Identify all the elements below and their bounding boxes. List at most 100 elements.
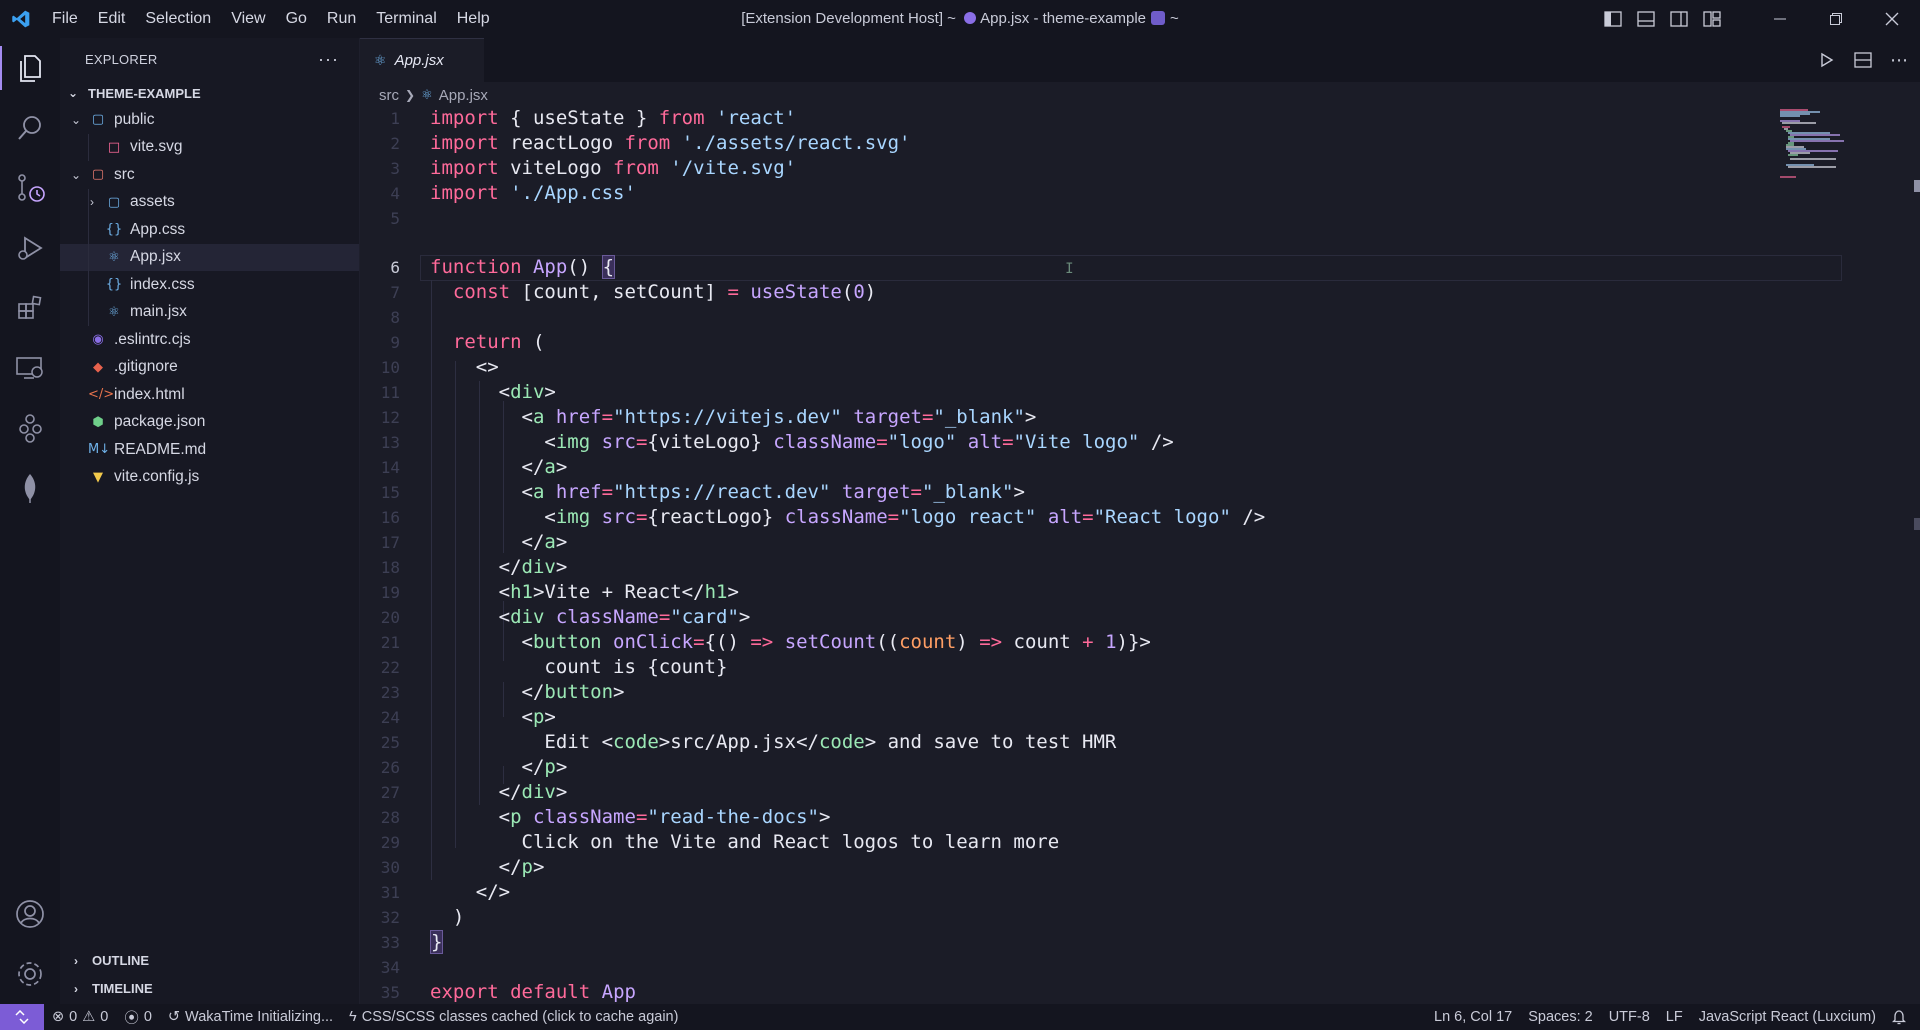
customize-layout-icon[interactable] [1695, 0, 1728, 38]
problems-indicator[interactable]: ⊗ 0 ⚠ 0 [44, 1004, 116, 1030]
close-icon[interactable] [1864, 0, 1920, 38]
tree-item[interactable]: ◆ .gitignore [60, 354, 359, 382]
error-count: 0 [69, 1009, 78, 1025]
toggle-primary-sidebar-icon[interactable] [1596, 0, 1629, 38]
line-number: 31 [380, 883, 400, 902]
line-number: 24 [380, 708, 400, 727]
minimize-icon[interactable] [1752, 0, 1808, 38]
language-mode[interactable]: JavaScript React (Luxcium) [1691, 1004, 1884, 1030]
tab-app-jsx[interactable]: ⚛ App.jsx [360, 38, 484, 82]
menu-edit[interactable]: Edit [88, 0, 136, 38]
scrollbar-thumb[interactable] [1914, 180, 1920, 192]
code-line-26: </p> [430, 756, 568, 778]
encoding[interactable]: UTF-8 [1601, 1004, 1658, 1030]
css-file-icon: {} [105, 277, 123, 293]
css-file-icon: {} [105, 222, 123, 238]
line-number: 14 [380, 458, 400, 477]
tree-item[interactable]: ⚛ App.jsx [60, 243, 359, 271]
run-file-icon[interactable] [1814, 47, 1840, 73]
tree-item[interactable]: ▼ vite.config.js [60, 464, 359, 492]
tree-item[interactable]: ⚛ main.jsx [60, 298, 359, 326]
code-line-12: <a href="https://vitejs.dev" target="_bl… [430, 406, 1037, 428]
explorer-icon[interactable] [0, 38, 60, 98]
breadcrumb-src[interactable]: src [379, 87, 399, 104]
line-number: 27 [380, 783, 400, 802]
more-actions-icon[interactable]: ··· [318, 49, 339, 70]
indentation[interactable]: Spaces: 2 [1520, 1004, 1601, 1030]
code-line-17: </a> [430, 531, 568, 553]
account-icon[interactable] [0, 884, 60, 944]
git-graph-icon[interactable] [0, 398, 60, 458]
tree-item[interactable]: </> index.html [60, 381, 359, 409]
timeline-section[interactable]: › TIMELINE [60, 974, 360, 1002]
code-line-15: <a href="https://react.dev" target="_bla… [430, 481, 1025, 503]
code-line-14: </a> [430, 456, 568, 478]
tree-item[interactable]: ⬢ package.json [60, 409, 359, 437]
tree-item[interactable]: {} index.css [60, 271, 359, 299]
tree-item[interactable]: M↓ README.md [60, 436, 359, 464]
react-file-icon: ⚛ [374, 52, 387, 68]
indent-guide [88, 298, 89, 326]
line-number: 12 [380, 408, 400, 427]
cursor-position[interactable]: Ln 6, Col 17 [1426, 1004, 1520, 1030]
error-icon: ⊗ [52, 1009, 65, 1025]
remote-indicator-icon[interactable] [0, 1004, 44, 1030]
line-number: 1 [390, 109, 400, 128]
toggle-secondary-sidebar-icon[interactable] [1662, 0, 1695, 38]
wakatime-label: WakaTime Initializing... [185, 1009, 334, 1025]
code-line-25: Edit <code>src/App.jsx</code> and save t… [430, 731, 1117, 753]
menu-help[interactable]: Help [447, 0, 500, 38]
menu-view[interactable]: View [221, 0, 275, 38]
wakatime-status[interactable]: ↺ WakaTime Initializing... [160, 1004, 341, 1030]
css-cache-status[interactable]: ϟ CSS/SCSS classes cached (click to cache… [341, 1004, 686, 1030]
line-number: 16 [380, 508, 400, 527]
code-line-30: </p> [430, 856, 545, 878]
tree-item[interactable]: ◉ .eslintrc.cjs [60, 326, 359, 354]
menu-terminal[interactable]: Terminal [366, 0, 446, 38]
chevron-right-icon: › [74, 953, 78, 968]
tree-item-label: index.css [130, 275, 195, 293]
code-line-27: </div> [430, 781, 568, 803]
split-editor-icon[interactable] [1850, 47, 1876, 73]
code-line-32: ) [430, 906, 465, 928]
breadcrumb-file[interactable]: App.jsx [439, 87, 488, 104]
end-of-line[interactable]: LF [1658, 1004, 1691, 1030]
source-control-icon[interactable] [0, 158, 60, 218]
extensions-icon[interactable] [0, 278, 60, 338]
editor-tabs: ⚛ App.jsx ⋯ [360, 38, 1920, 82]
minimap[interactable] [1780, 108, 1860, 188]
menu-run[interactable]: Run [317, 0, 366, 38]
toggle-panel-icon[interactable] [1629, 0, 1662, 38]
code-line-18: </div> [430, 556, 568, 578]
tree-item[interactable]: › ▢ assets [60, 188, 359, 216]
line-number: 29 [380, 833, 400, 852]
tree-item[interactable]: □ vite.svg [60, 133, 359, 161]
code-editor[interactable]: 1 2 3 4 5 6 7 8 9 10 11 12 13 14 15 16 17 18 19 20 21 22 23 24 2… [360, 108, 1920, 1004]
menu-go[interactable]: Go [276, 0, 317, 38]
tree-item[interactable]: ⌄ ▢ public [60, 106, 359, 134]
outline-section[interactable]: › OUTLINE [60, 946, 360, 974]
tree-item[interactable]: ⌄ ▢ src [60, 161, 359, 189]
search-icon[interactable] [0, 98, 60, 158]
menu-file[interactable]: File [42, 0, 88, 38]
remote-explorer-icon[interactable] [0, 338, 60, 398]
menu-selection[interactable]: Selection [135, 0, 221, 38]
indent-guide [88, 243, 89, 271]
settings-gear-icon[interactable] [0, 944, 60, 1004]
more-actions-icon[interactable]: ⋯ [1886, 47, 1912, 73]
workspace-folder-header[interactable]: ⌄ THEME-EXAMPLE [60, 80, 359, 106]
node-file-icon: ⬢ [92, 414, 104, 430]
mongodb-leaf-icon[interactable] [0, 458, 60, 518]
git-file-icon: ◆ [93, 359, 103, 375]
tree-item-label: public [114, 110, 155, 128]
run-debug-icon[interactable] [0, 218, 60, 278]
react-file-icon: ⚛ [421, 87, 433, 102]
line-number: 7 [390, 283, 400, 302]
tree-item-label: assets [130, 193, 175, 211]
tree-item[interactable]: {} App.css [60, 216, 359, 244]
ports-indicator[interactable]: ⦿ 0 [116, 1004, 160, 1030]
code-line-33: } [430, 930, 444, 954]
code-line-2: import reactLogo from './assets/react.sv… [430, 132, 911, 154]
notifications-bell-icon[interactable] [1884, 1004, 1920, 1030]
restore-icon[interactable] [1808, 0, 1864, 38]
